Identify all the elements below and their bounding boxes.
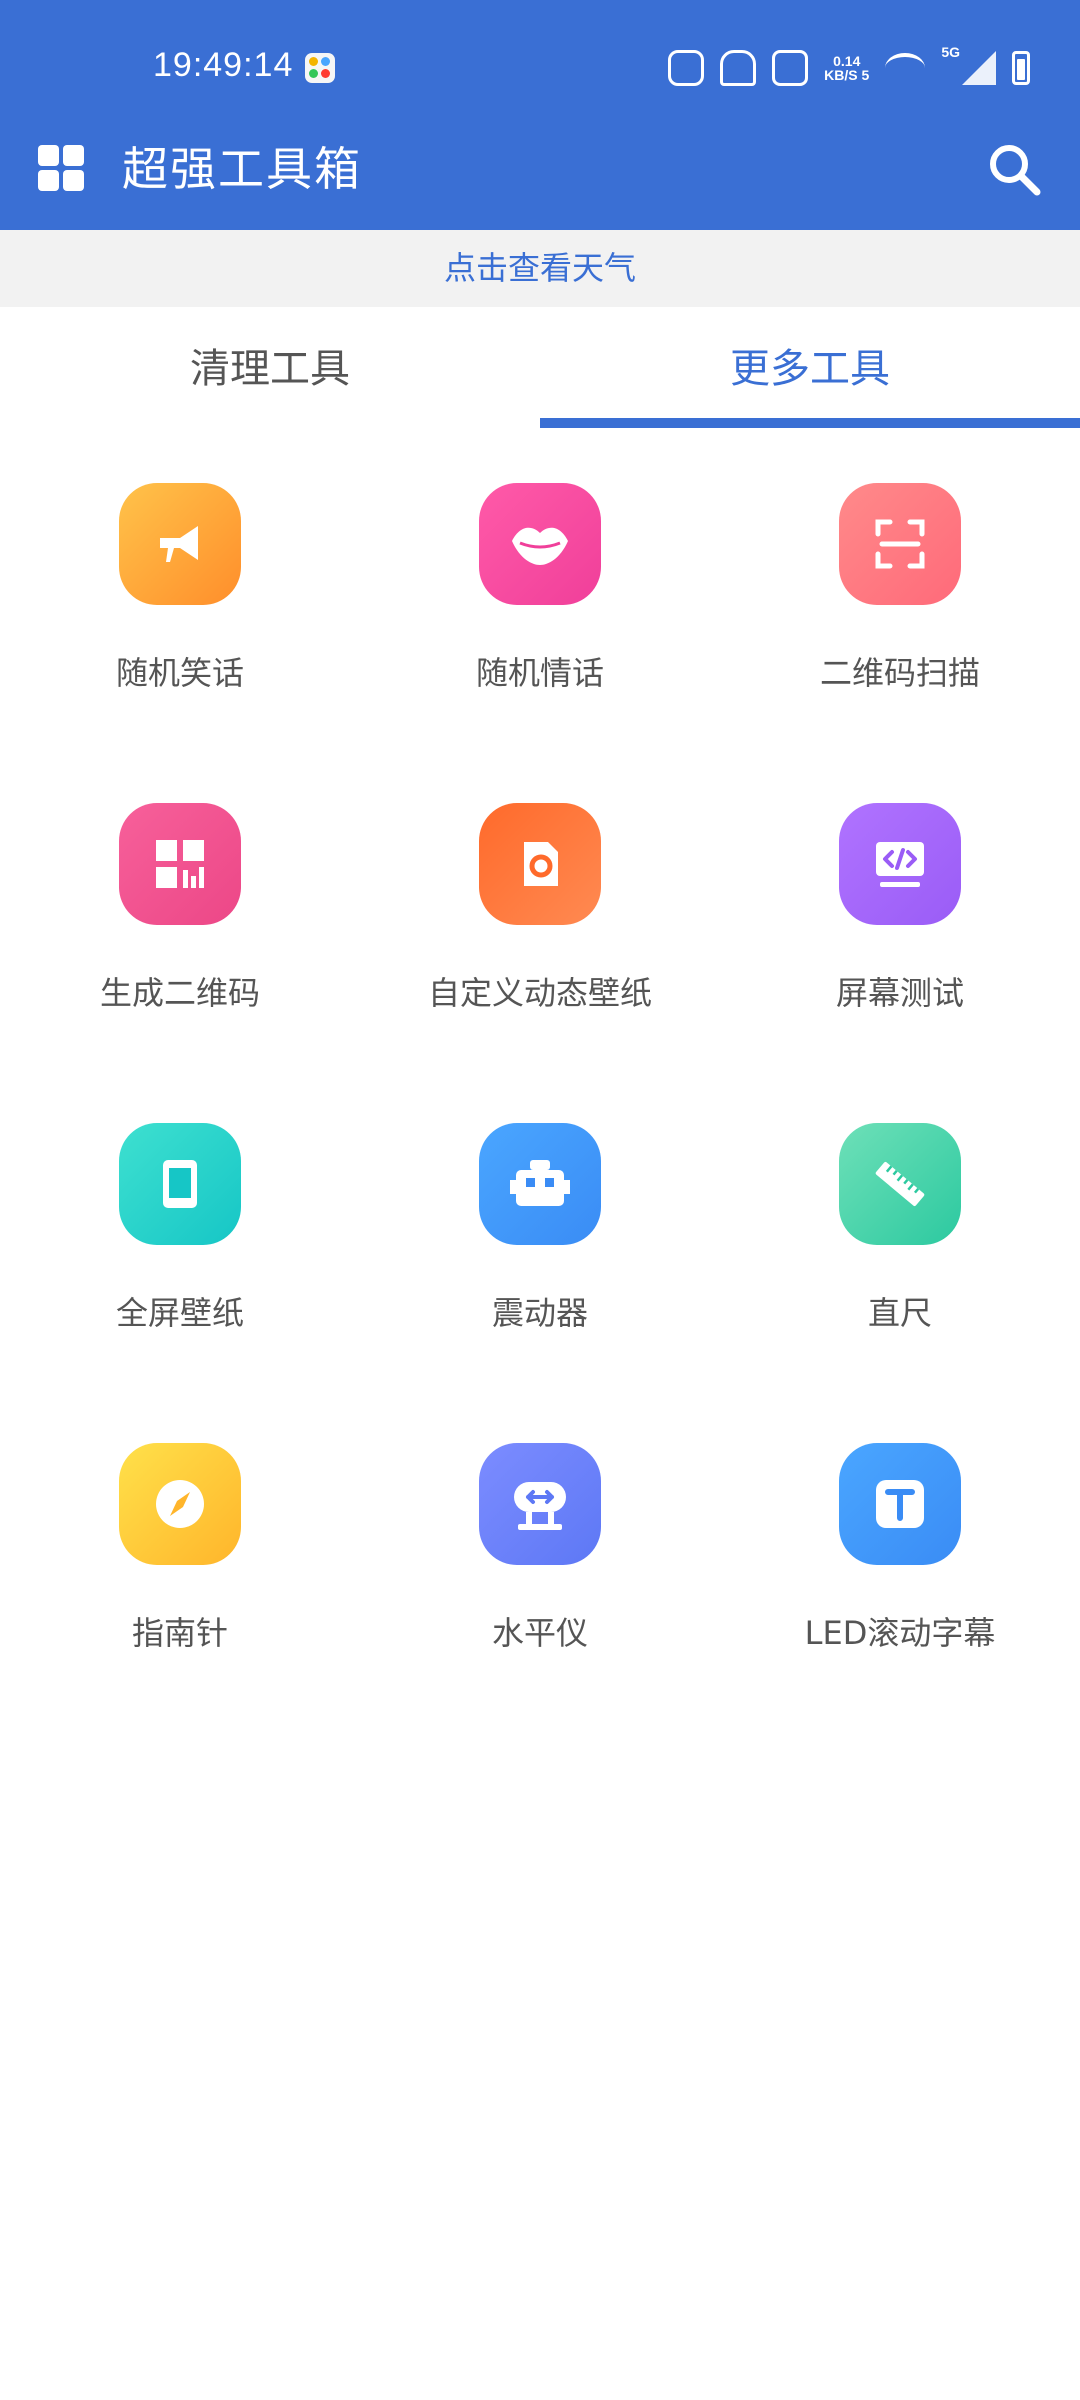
- tool-icon-bg: [479, 803, 601, 925]
- app-bar: 超强工具箱: [0, 135, 1080, 230]
- tab-indicator: [540, 418, 1080, 428]
- tool-vibrator[interactable]: 震动器: [360, 1120, 720, 1360]
- tool-icon-bg: [839, 483, 961, 605]
- tool-random-love-words[interactable]: 随机情话: [360, 480, 720, 720]
- tool-ruler[interactable]: 直尺: [720, 1120, 1080, 1360]
- tool-label: 震动器: [491, 1294, 588, 1332]
- tool-label: LED滚动字幕: [804, 1614, 996, 1652]
- robot-icon: [510, 1160, 570, 1206]
- ruler-icon: [875, 1161, 925, 1207]
- tool-led-scroll-text[interactable]: LED滚动字幕: [720, 1440, 1080, 1680]
- code-screen-icon: [876, 842, 924, 887]
- net-speed-unit: KB/S: [824, 67, 858, 83]
- wallpaper-ring-icon: [524, 842, 558, 886]
- weather-banner[interactable]: 点击查看天气: [0, 230, 1080, 307]
- tool-label: 指南针: [131, 1614, 228, 1652]
- tool-icon-bg: [479, 483, 601, 605]
- tab-bar: 清理工具 更多工具: [0, 307, 1080, 428]
- tool-screen-test[interactable]: 屏幕测试: [720, 800, 1080, 1040]
- tab-more-tools[interactable]: 更多工具: [540, 307, 1080, 428]
- tool-generate-qr[interactable]: 生成二维码: [0, 800, 360, 1040]
- text-t-icon: [876, 1480, 924, 1528]
- lips-icon: [512, 527, 568, 565]
- tool-label: 随机笑话: [115, 654, 244, 692]
- tool-icon-bg: [119, 1443, 241, 1565]
- tool-random-joke[interactable]: 随机笑话: [0, 480, 360, 720]
- grid-icon[interactable]: [38, 145, 84, 191]
- tool-label: 随机情话: [475, 654, 604, 692]
- assistant-face-icon: [668, 50, 705, 86]
- search-icon[interactable]: [986, 141, 1042, 197]
- bell-muted-icon: [720, 50, 757, 86]
- tool-icon-bg: [839, 803, 961, 925]
- battery-icon: [1012, 51, 1030, 85]
- tool-qr-scan[interactable]: 二维码扫描: [720, 480, 1080, 720]
- tool-label: 二维码扫描: [819, 654, 980, 692]
- tool-compass[interactable]: 指南针: [0, 1440, 360, 1680]
- signal-icon: [962, 51, 996, 85]
- tool-label: 生成二维码: [99, 974, 260, 1012]
- camera-status-icon: [772, 50, 809, 86]
- tool-icon-bg: [119, 803, 241, 925]
- tool-label: 直尺: [867, 1294, 932, 1332]
- scan-frame-icon: [875, 519, 925, 569]
- megaphone-icon: [160, 526, 198, 562]
- network-type: 5G: [941, 44, 960, 60]
- tool-custom-live-wallpaper[interactable]: 自定义动态壁纸: [360, 800, 720, 1040]
- tool-label: 屏幕测试: [835, 974, 964, 1012]
- tool-icon-bg: [479, 1123, 601, 1245]
- page-title: 超强工具箱: [122, 142, 362, 196]
- status-time: 19:49:14: [153, 46, 294, 84]
- compass-icon: [156, 1480, 204, 1528]
- tool-icon-bg: [839, 1443, 961, 1565]
- wifi-icon: [885, 53, 926, 83]
- tool-fullscreen-wallpaper[interactable]: 全屏壁纸: [0, 1120, 360, 1360]
- qr-grid-icon: [156, 840, 204, 888]
- tool-label: 自定义动态壁纸: [427, 974, 652, 1012]
- tool-icon-bg: [119, 483, 241, 605]
- tool-level[interactable]: 水平仪: [360, 1440, 720, 1680]
- net-speed-extra: 5: [861, 67, 870, 83]
- phone-frame-icon: [163, 1160, 197, 1208]
- tab-cleanup-tools[interactable]: 清理工具: [0, 307, 540, 428]
- net-speed: 0.14 KB/S 5: [824, 54, 869, 82]
- notification-app-icon: [305, 53, 335, 83]
- status-bar: 19:49:14 0.14 KB/S 5 5G: [0, 0, 1080, 135]
- tool-label: 全屏壁纸: [115, 1294, 244, 1332]
- tool-icon-bg: [839, 1123, 961, 1245]
- tool-icon-bg: [119, 1123, 241, 1245]
- level-icon: [514, 1482, 566, 1530]
- tool-icon-bg: [479, 1443, 601, 1565]
- tool-label: 水平仪: [491, 1614, 588, 1652]
